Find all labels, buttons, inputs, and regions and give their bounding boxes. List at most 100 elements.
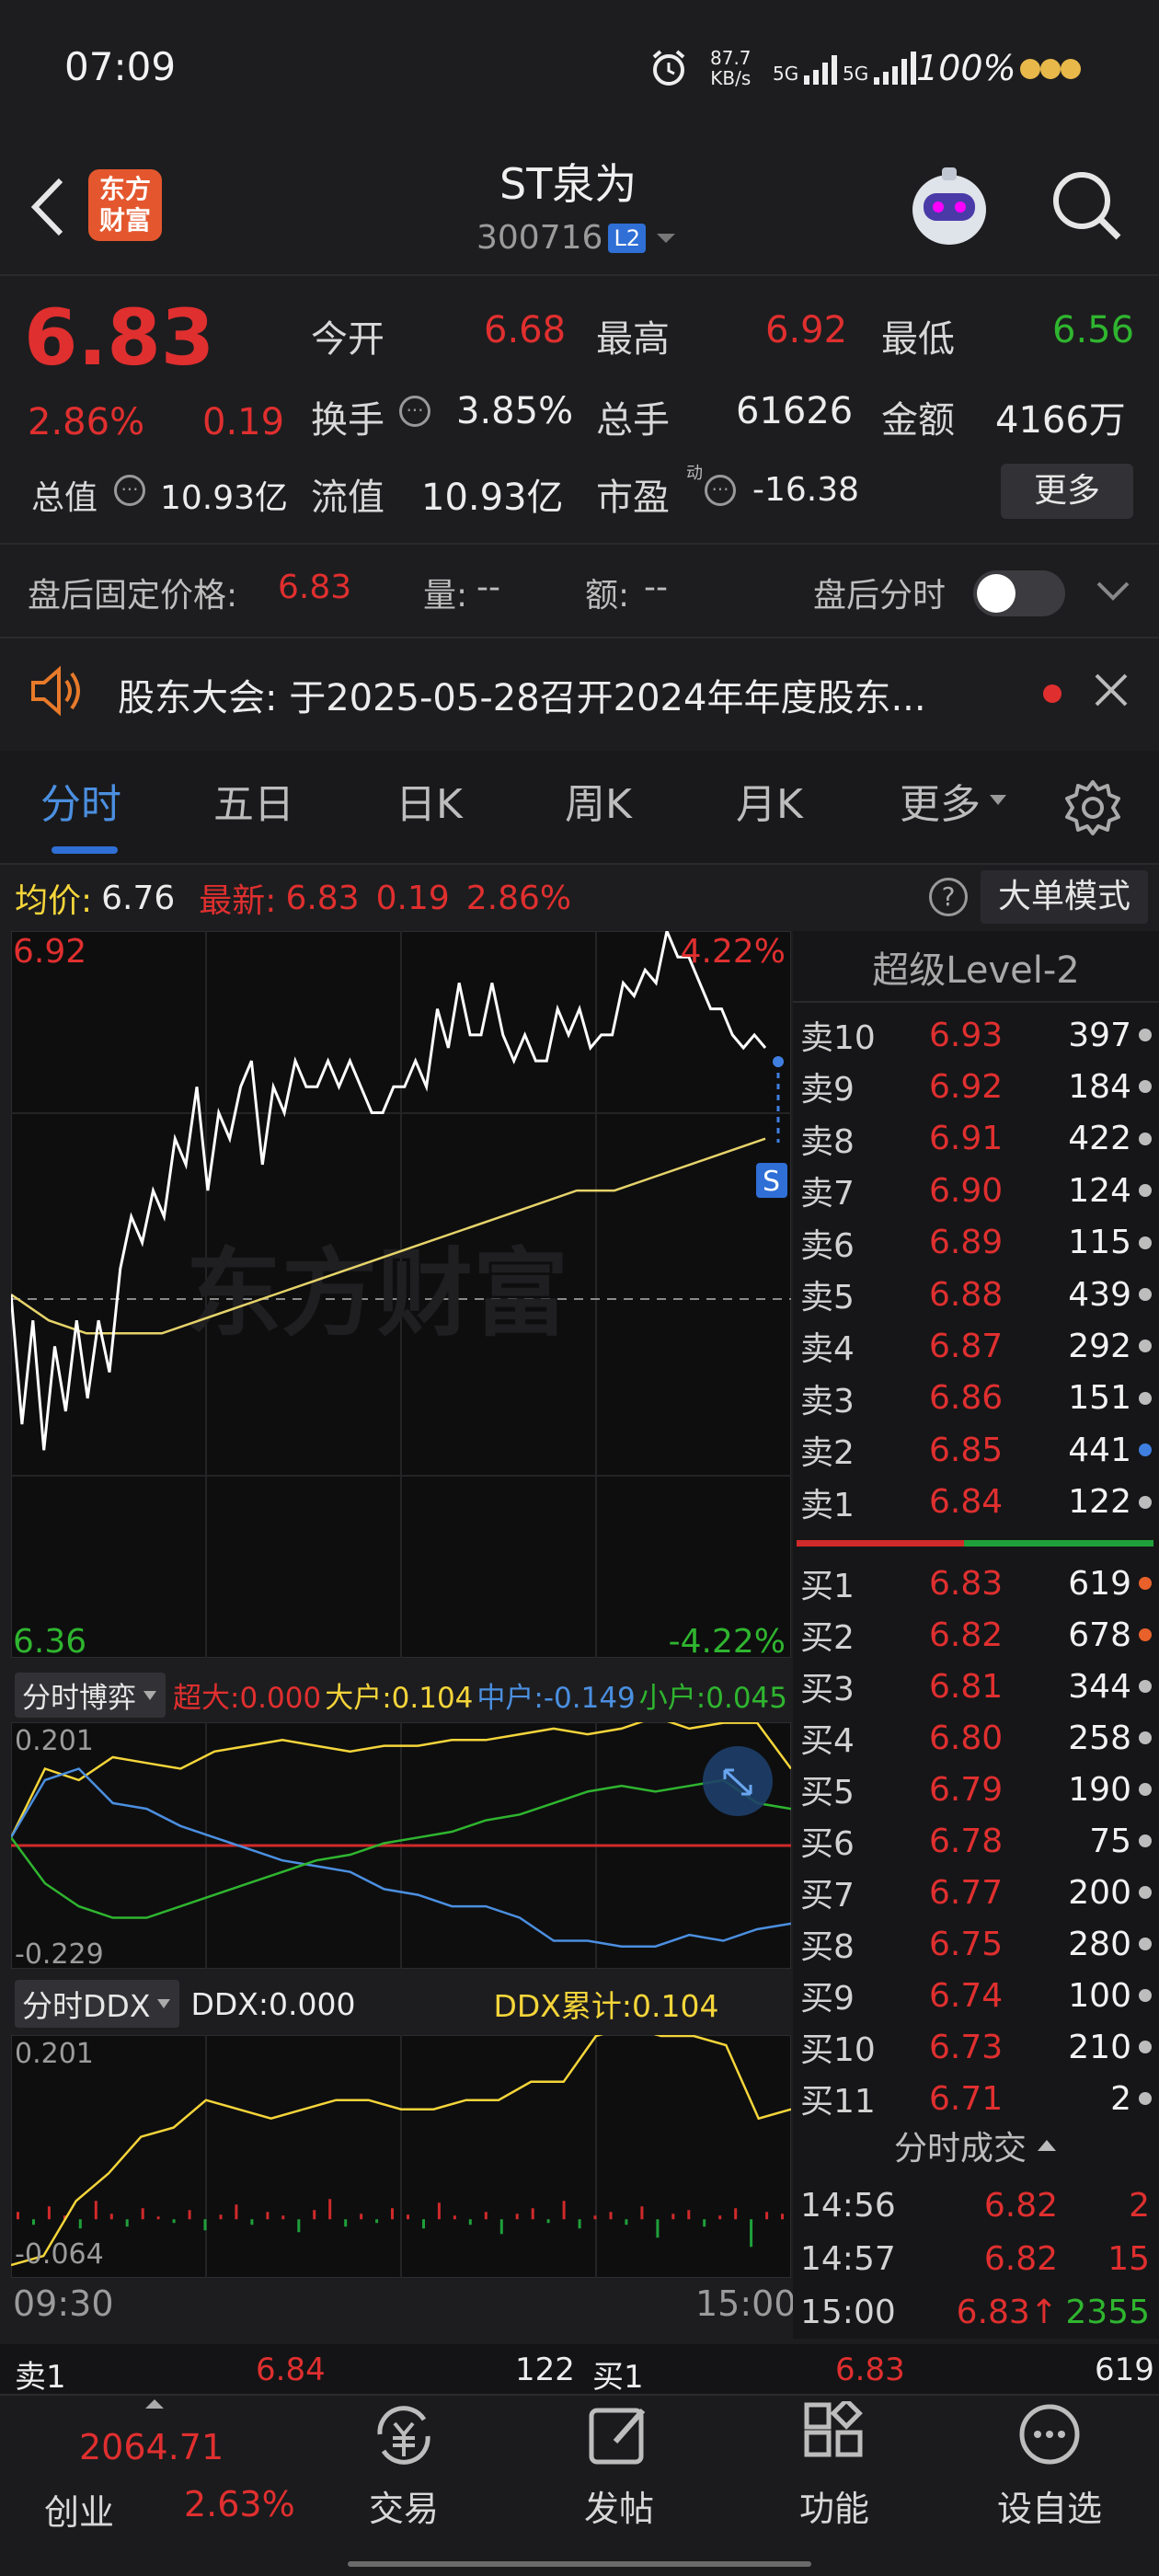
tab-timeshare[interactable]: 分时 bbox=[40, 771, 121, 830]
search-icon[interactable] bbox=[1049, 167, 1124, 247]
buy-row[interactable]: 买5 6.79 190 bbox=[800, 1765, 1154, 1814]
gear-icon[interactable] bbox=[1063, 778, 1122, 841]
big-order-mode-button[interactable]: 大单模式 bbox=[981, 870, 1148, 924]
nav-post[interactable]: 发帖 bbox=[541, 2401, 697, 2531]
more-button[interactable]: 更多 bbox=[1001, 464, 1133, 519]
buy-price: 6.75 bbox=[929, 1925, 1004, 1963]
buy-label: 买6 bbox=[800, 1825, 855, 1863]
level2-title[interactable]: 超级Level-2 bbox=[793, 940, 1159, 994]
sub1-selector[interactable]: 分时博弈 bbox=[15, 1673, 166, 1718]
info-icon[interactable]: ··· bbox=[399, 396, 430, 427]
tab-weekly-k[interactable]: 周K bbox=[565, 771, 632, 830]
buy-row[interactable]: 买10 6.73 210 bbox=[800, 2022, 1154, 2072]
capital-flow-chart[interactable]: 0.201 -0.229 bbox=[11, 1722, 791, 1969]
sub2-selector[interactable]: 分时DDX bbox=[15, 1980, 180, 2028]
notice-text[interactable]: 股东大会: 于2025-05-28召开2024年年度股东... bbox=[118, 668, 992, 721]
ddx-bar bbox=[172, 2219, 176, 2224]
sell-price: 6.86 bbox=[929, 1379, 1004, 1418]
order-dot bbox=[1139, 1391, 1152, 1405]
buy-label: 买9 bbox=[800, 1980, 855, 2018]
intraday-price-chart[interactable]: 东方财富 S 6.92 4.22% 6.36 -4.22% bbox=[11, 931, 791, 1658]
buy-row[interactable]: 买1 6.83 619 bbox=[800, 1558, 1154, 1608]
ddx-chart[interactable]: 0.201 -0.064 bbox=[11, 2035, 791, 2278]
sell-volume: 115 bbox=[1068, 1224, 1131, 1262]
order-dot bbox=[1139, 1577, 1152, 1590]
buy-row[interactable]: 买9 6.74 100 bbox=[800, 1971, 1154, 2020]
ddx-bar bbox=[671, 2214, 675, 2220]
buy-row[interactable]: 买8 6.75 280 bbox=[800, 1919, 1154, 1969]
help-icon[interactable]: ? bbox=[929, 878, 968, 916]
ddx-bar bbox=[156, 2216, 160, 2220]
ddx-bar bbox=[625, 2219, 628, 2225]
ddx-bar bbox=[328, 2199, 332, 2220]
speaker-icon bbox=[29, 664, 86, 721]
buy-volume: 200 bbox=[1068, 1873, 1131, 1912]
sell-row[interactable]: 卖10 6.93 397 bbox=[800, 1010, 1154, 1060]
ddx-bar bbox=[125, 2219, 129, 2227]
tab-monthly-k[interactable]: 月K bbox=[736, 771, 803, 830]
sell-row[interactable]: 卖6 6.89 115 bbox=[800, 1218, 1154, 1268]
buy-row[interactable]: 买11 6.71 2 bbox=[800, 2074, 1154, 2123]
buy-row[interactable]: 买4 6.80 258 bbox=[800, 1713, 1154, 1763]
ddx-bar bbox=[531, 2208, 534, 2220]
info-icon[interactable]: ··· bbox=[114, 475, 145, 506]
index-ticker[interactable]: 2064.71 创业 2.63% bbox=[33, 2396, 309, 2534]
buy-row[interactable]: 买7 6.77 200 bbox=[800, 1868, 1154, 1917]
buy-label: 买7 bbox=[800, 1877, 855, 1915]
battery-text: 100% bbox=[916, 48, 1016, 88]
stock-code-row[interactable]: 300716 L2 bbox=[476, 219, 679, 257]
buy-label: 买8 bbox=[800, 1928, 855, 1966]
sell-row[interactable]: 卖7 6.90 124 bbox=[800, 1166, 1154, 1215]
sell-row[interactable]: 卖5 6.88 439 bbox=[800, 1270, 1154, 1319]
sell-volume: 292 bbox=[1068, 1327, 1131, 1365]
back-icon[interactable] bbox=[24, 175, 70, 243]
after-hours-amt: -- bbox=[644, 569, 668, 606]
tab-more[interactable]: 更多 bbox=[900, 771, 1008, 830]
price-bottom-label: 6.36 bbox=[13, 1623, 86, 1658]
nav-trade[interactable]: 交易 bbox=[326, 2401, 482, 2531]
pe-sup: 动 bbox=[686, 464, 703, 483]
info-icon[interactable]: ··· bbox=[705, 475, 736, 506]
stock-code: 300716 bbox=[476, 219, 603, 257]
tick-price: 6.83↑ bbox=[956, 2293, 1058, 2331]
ddx-bar bbox=[407, 2214, 409, 2220]
tab-daily-k[interactable]: 日K bbox=[396, 771, 463, 830]
nav-functions[interactable]: 功能 bbox=[756, 2397, 912, 2531]
sell-row[interactable]: 卖9 6.92 184 bbox=[800, 1062, 1154, 1111]
order-dot bbox=[1139, 1184, 1152, 1198]
buy-volume: 100 bbox=[1068, 1976, 1131, 2015]
chevron-down-icon bbox=[157, 1999, 171, 2008]
high-value: 6.92 bbox=[765, 309, 848, 351]
sell-row[interactable]: 卖2 6.85 441 bbox=[800, 1425, 1154, 1475]
grid-icon bbox=[804, 2397, 863, 2457]
time-end: 15:00 bbox=[695, 2283, 797, 2324]
order-dot bbox=[1139, 1680, 1152, 1693]
buy-price: 6.82 bbox=[929, 1616, 1004, 1654]
after-hours-toggle[interactable] bbox=[973, 570, 1065, 616]
brand-logo[interactable]: 东方 财富 bbox=[88, 169, 162, 241]
open-label: 今开 bbox=[311, 318, 384, 361]
sell-label: 卖3 bbox=[800, 1382, 855, 1420]
order-dot bbox=[1139, 1783, 1152, 1796]
ddx-bar bbox=[313, 2210, 316, 2220]
nav-add-watchlist[interactable]: 设自选 bbox=[971, 2401, 1128, 2531]
ticks-title-row[interactable]: 分时成交 bbox=[793, 2122, 1159, 2169]
time-start: 09:30 bbox=[13, 2283, 114, 2324]
sell-row[interactable]: 卖8 6.91 422 bbox=[800, 1114, 1154, 1164]
amount-value: 4166万 bbox=[995, 399, 1126, 442]
sell-row[interactable]: 卖4 6.87 292 bbox=[800, 1321, 1154, 1371]
alarm-icon bbox=[648, 48, 689, 92]
chevron-down-icon[interactable] bbox=[1095, 578, 1131, 609]
sell-row[interactable]: 卖3 6.86 151 bbox=[800, 1374, 1154, 1423]
close-icon[interactable] bbox=[1093, 672, 1130, 712]
buy-row[interactable]: 买3 6.81 344 bbox=[800, 1662, 1154, 1711]
ddx-bar bbox=[578, 2219, 581, 2229]
sell-volume: 439 bbox=[1068, 1275, 1131, 1314]
buy-row[interactable]: 买6 6.78 75 bbox=[800, 1816, 1154, 1866]
sub1-header: 分时博弈 超大:0.000 大户:0.104 中户:-0.149 小户:0.04… bbox=[15, 1673, 787, 1718]
sell-row[interactable]: 卖1 6.84 122 bbox=[800, 1478, 1154, 1527]
tab-five-day[interactable]: 五日 bbox=[213, 771, 294, 830]
assistant-avatar[interactable] bbox=[903, 162, 995, 258]
ddx-bar bbox=[109, 2214, 113, 2220]
buy-row[interactable]: 买2 6.82 678 bbox=[800, 1610, 1154, 1660]
